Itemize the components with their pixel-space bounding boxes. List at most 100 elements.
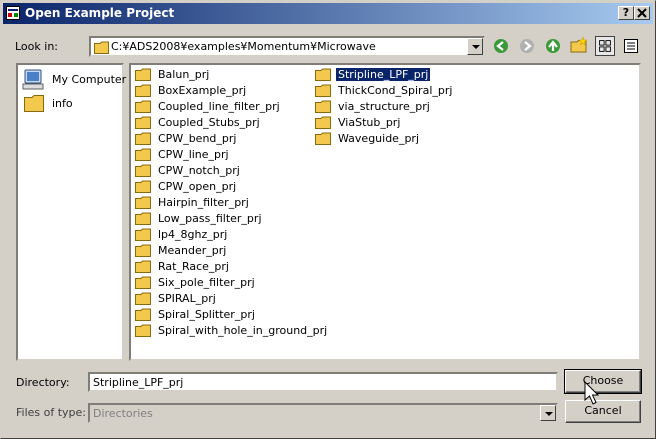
file-list-item[interactable]: ThickCond_Spiral_prj [315,83,490,99]
files-of-type-value: Directories [93,407,153,420]
folder-icon [135,260,151,273]
file-list-item[interactable]: Coupled_line_filter_prj [135,99,310,115]
look-in-path: C:¥ADS2008¥examples¥Momentum¥Microwave [111,40,376,53]
look-in-dropdown-button[interactable] [467,38,483,55]
file-list-item[interactable]: Low_pass_filter_prj [135,211,310,227]
file-name: Spiral_Splitter_prj [158,308,255,321]
file-list-pane: Balun_prj BoxExample_prj Coupled_line_filt… [129,63,641,361]
file-list-item[interactable]: Balun_prj [135,67,310,83]
files-of-type-label: Files of type: [16,406,87,419]
app-icon [6,6,20,20]
file-name: Rat_Race_prj [158,260,229,273]
file-list-item[interactable]: Spiral_with_hole_in_ground_prj [135,323,327,339]
file-list-item[interactable]: Waveguide_prj [315,131,490,147]
file-name: Waveguide_prj [338,132,420,145]
places-item-my-computer[interactable]: My Computer [22,69,126,91]
file-name: ViaStub_prj [338,116,401,129]
file-list-item[interactable]: Rat_Race_prj [135,259,310,275]
file-name: BoxExample_prj [158,84,247,97]
file-list-item[interactable]: Coupled_Stubs_prj [135,115,310,131]
file-list-item[interactable]: ViaStub_prj [315,115,490,131]
file-name: CPW_line_prj [158,148,229,161]
window-title: Open Example Project [25,6,175,20]
file-list-item[interactable]: CPW_bend_prj [135,131,310,147]
list-view-icon[interactable] [595,36,615,56]
folder-icon [135,148,151,161]
file-list-item[interactable]: Spiral_Splitter_prj [135,307,310,323]
file-name: Stripline_LPF_prj [334,67,432,82]
folder-icon [315,132,331,145]
file-list-item[interactable]: via_structure_prj [315,99,490,115]
folder-icon [135,100,151,113]
new-folder-icon[interactable] [569,36,589,56]
folder-icon [135,228,151,241]
folder-icon [135,68,151,81]
folder-icon [135,180,151,193]
file-name: via_structure_prj [338,100,430,113]
close-icon [637,8,647,18]
directory-value: Stripline_LPF_prj [93,376,184,389]
folder-icon [135,244,151,257]
file-list-item[interactable]: CPW_line_prj [135,147,310,163]
places-item-info[interactable]: info [22,93,122,115]
mouse-cursor-icon [584,381,600,405]
file-list-item[interactable]: lp4_8ghz_prj [135,227,310,243]
up-folder-icon[interactable] [543,36,563,56]
directory-label: Directory: [16,376,70,389]
folder-icon [135,308,151,321]
file-list-item[interactable]: BoxExample_prj [135,83,310,99]
choose-button[interactable]: Choose [564,369,642,394]
files-of-type-dropdown-button[interactable] [540,405,556,421]
directory-input[interactable]: Stripline_LPF_prj [88,372,558,392]
folder-icon [135,212,151,225]
places-label: My Computer [52,73,127,86]
file-name: Hairpin_filter_prj [158,196,249,209]
folder-icon [315,84,331,97]
file-list-item[interactable]: Six_pole_filter_prj [135,275,310,291]
computer-icon [22,69,44,90]
folder-icon [135,84,151,97]
file-name: Coupled_Stubs_prj [158,116,260,129]
cancel-button[interactable]: Cancel [565,400,641,423]
folder-icon [315,68,331,81]
folder-icon [135,132,151,145]
title-bar[interactable]: Open Example Project ? [3,3,653,24]
file-name: Meander_prj [158,244,227,257]
folder-icon [135,324,151,337]
places-label: info [52,97,73,110]
details-view-icon[interactable] [621,36,641,56]
file-list-item[interactable]: CPW_open_prj [135,179,310,195]
look-in-label: Look in: [15,40,58,53]
file-name: Low_pass_filter_prj [158,212,262,225]
file-name: CPW_notch_prj [158,164,240,177]
file-list-item[interactable]: SPIRAL_prj [135,291,310,307]
forward-icon[interactable] [517,36,537,56]
back-icon[interactable] [491,36,511,56]
file-name: Spiral_with_hole_in_ground_prj [158,324,328,337]
folder-icon [315,100,331,113]
file-list-item[interactable]: Meander_prj [135,243,310,259]
file-name: lp4_8ghz_prj [158,228,228,241]
file-name: Coupled_line_filter_prj [158,100,280,113]
file-list-item[interactable]: CPW_notch_prj [135,163,310,179]
file-list-item[interactable]: Hairpin_filter_prj [135,195,310,211]
file-list-item[interactable]: Stripline_LPF_prj [315,67,490,83]
help-button[interactable]: ? [618,6,634,20]
file-name: CPW_bend_prj [158,132,237,145]
file-name: Balun_prj [158,68,210,81]
folder-icon [315,116,331,129]
look-in-combo[interactable]: C:¥ADS2008¥examples¥Momentum¥Microwave [89,36,485,57]
file-name: Six_pole_filter_prj [158,276,255,289]
folder-icon [135,164,151,177]
folder-icon [135,196,151,209]
file-name: SPIRAL_prj [158,292,216,305]
files-of-type-select[interactable]: Directories [88,403,558,423]
places-pane: My Computer info [16,63,126,361]
folder-icon [24,95,44,112]
close-button[interactable] [634,6,650,20]
folder-icon [94,41,109,54]
file-name: ThickCond_Spiral_prj [338,84,453,97]
file-name: CPW_open_prj [158,180,237,193]
folder-icon [135,292,151,305]
folder-icon [135,116,151,129]
